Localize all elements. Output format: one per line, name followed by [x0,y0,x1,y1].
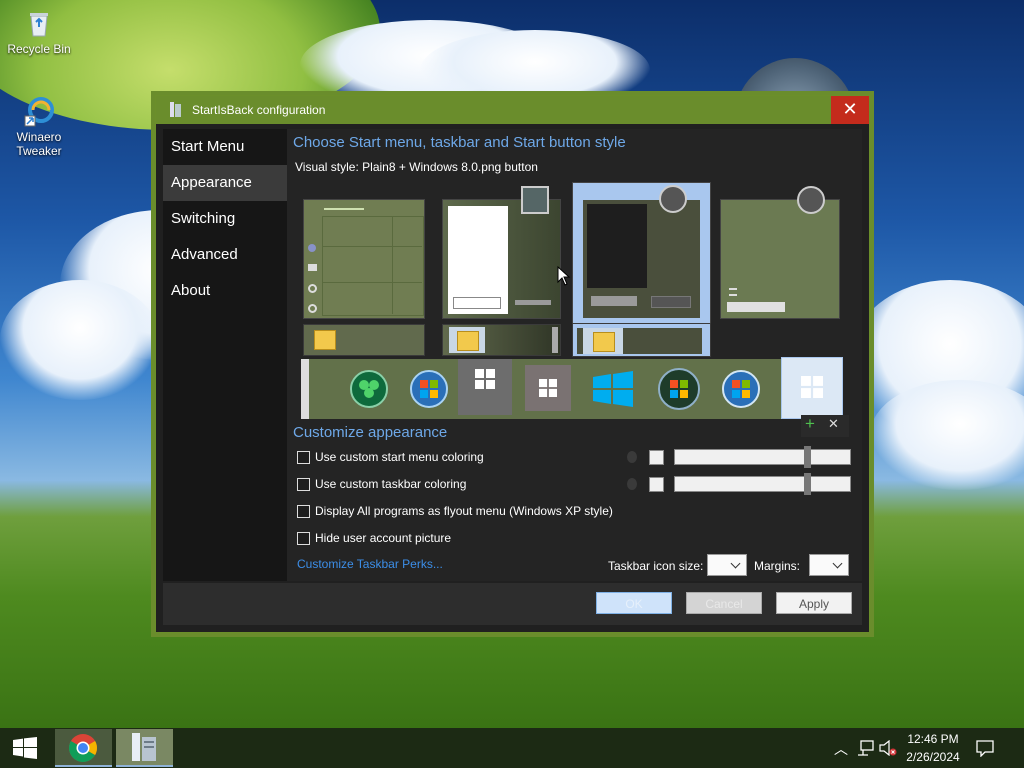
explorer-icon [593,332,615,352]
checkbox[interactable] [297,450,310,464]
desktop-icon-label: Winaero Tweaker [16,130,62,158]
start-menu-opacity-slider[interactable] [674,446,851,468]
custom-button-slot[interactable] [781,357,843,419]
user-avatar-icon [659,185,687,213]
customize-taskbar-perks-link[interactable]: Customize Taskbar Perks... [297,557,443,571]
margins-dropdown[interactable] [809,554,849,576]
checkbox[interactable] [297,477,310,491]
volume-muted-icon[interactable] [879,740,897,756]
win8-button[interactable] [525,365,571,411]
sidebar-item-start-menu[interactable]: Start Menu [163,129,287,165]
startisback-icon [132,733,156,761]
start-menu-style-1[interactable] [303,199,425,319]
gear-icon [308,284,317,293]
user-avatar-icon [521,186,549,214]
taskbar: ︿ 12:46 PM 2/26/2024 [0,728,1024,768]
app-icon [170,102,181,117]
start-menu-style-3-selected[interactable] [572,182,711,324]
show-hidden-icons-chevron-icon[interactable]: ︿ [834,739,848,759]
win8-button-selected[interactable] [458,359,512,415]
sidebar-item-about[interactable]: About [163,273,287,309]
start-button[interactable] [0,728,50,768]
appearance-panel: Choose Start menu, taskbar and Start but… [287,129,862,581]
taskbar-app-startisback[interactable] [116,729,173,767]
user-icon [308,244,316,252]
visual-style-label: Visual style: Plain8 + Windows 8.0.png b… [295,160,538,174]
taskbar-style-3-selected[interactable] [572,323,711,357]
apply-button[interactable]: Apply [776,592,852,614]
chrome-icon [69,734,97,762]
windows-start-icon [13,737,37,759]
option-label: Use custom taskbar coloring [315,477,467,491]
sidebar-item-switching[interactable]: Switching [163,201,287,237]
slider-thumb[interactable] [804,446,811,468]
taskbar-color-swatch[interactable] [649,477,664,492]
option-custom-start-menu-coloring[interactable]: Use custom start menu coloring [297,449,484,465]
start-menu-color-swatch[interactable] [649,450,664,465]
windows-logo-icon [539,379,557,397]
option-hide-user-picture[interactable]: Hide user account picture [297,530,451,546]
option-label: Use custom start menu coloring [315,450,484,464]
taskbar-app-chrome[interactable] [55,729,112,767]
action-center-icon[interactable] [976,739,994,757]
windows-logo-icon [801,376,823,398]
windows-logo-icon [475,369,495,389]
dialog-footer: OK Cancel Apply [163,583,862,625]
taskbar-opacity-slider[interactable] [674,473,851,495]
add-button-style-icon[interactable]: + [805,414,815,434]
windows7-orb-icon[interactable] [405,365,453,413]
startisback-config-window: StartIsBack configuration ✕ Start Menu A… [155,95,870,633]
winaero-tweaker-icon [24,97,54,127]
remove-button-style-icon[interactable]: ✕ [828,416,839,432]
option-label: Hide user account picture [315,531,452,545]
close-button[interactable]: ✕ [831,96,869,124]
explorer-icon [314,330,336,350]
user-avatar-icon [797,186,825,214]
desktop-icon-winaero-tweaker[interactable]: Winaero Tweaker [4,96,74,158]
color-drop-icon [627,478,637,490]
cloud [0,280,160,400]
desktop-icon-label: Recycle Bin [7,42,71,56]
option-flyout-all-programs[interactable]: Display All programs as flyout menu (Win… [297,503,613,519]
clock-time[interactable]: 12:46 PM [900,732,966,746]
sidebar-item-advanced[interactable]: Advanced [163,237,287,273]
margins-label: Margins: [754,559,801,573]
sidebar-item-appearance[interactable]: Appearance [163,165,287,201]
windows7-orb-alt-icon[interactable] [717,365,765,413]
vista-orb-icon[interactable] [655,365,703,413]
clock-date[interactable]: 2/26/2024 [900,750,966,764]
option-label: Display All programs as flyout menu (Win… [315,504,613,518]
mouse-cursor-icon [557,266,571,286]
slider-thumb[interactable] [804,473,811,495]
network-icon[interactable] [857,740,875,756]
explorer-icon [457,331,479,351]
taskbar-icon-size-label: Taskbar icon size: [608,559,704,573]
title-bar[interactable]: StartIsBack configuration ✕ [156,96,869,124]
section-heading-customize: Customize appearance [293,424,448,441]
power-icon [308,304,317,313]
taskbar-icon-size-dropdown[interactable] [707,554,747,576]
sidebar: Start Menu Appearance Switching Advanced… [163,129,287,581]
desktop-icon-recycle-bin[interactable]: Recycle Bin [4,8,74,56]
start-menu-style-2[interactable] [442,186,561,319]
windows10-logo-icon[interactable] [591,365,635,413]
taskbar-style-1[interactable] [303,324,425,356]
recycle-bin-icon [30,13,48,37]
ok-button[interactable]: OK [596,592,672,614]
cancel-button[interactable]: Cancel [686,592,762,614]
checkbox[interactable] [297,531,310,545]
section-heading-style: Choose Start menu, taskbar and Start but… [293,134,626,151]
clover-orb-icon[interactable] [345,365,393,413]
color-drop-icon [627,451,637,463]
folder-icon [308,264,317,271]
window-title: StartIsBack configuration [192,103,326,117]
checkbox[interactable] [297,504,310,518]
option-custom-taskbar-coloring[interactable]: Use custom taskbar coloring [297,476,466,492]
start-menu-style-4[interactable] [720,186,840,319]
taskbar-style-2[interactable] [442,324,561,356]
start-button-styles [301,357,843,419]
